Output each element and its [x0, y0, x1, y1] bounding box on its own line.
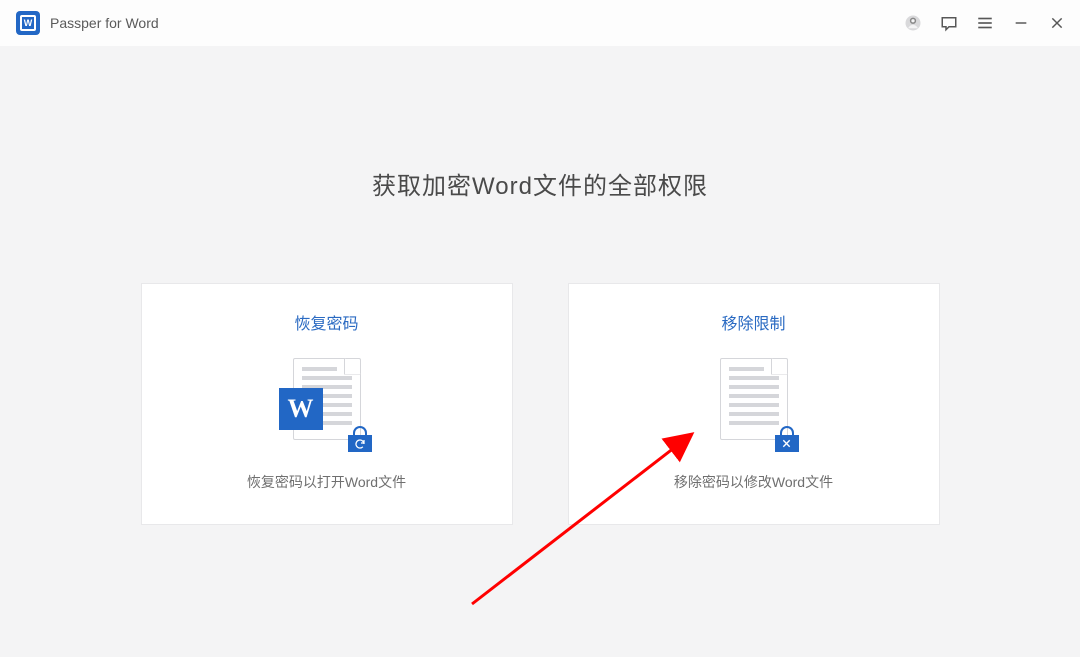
word-badge-icon: W: [279, 388, 323, 430]
app-logo-letter: W: [20, 15, 36, 31]
lock-refresh-icon: [347, 426, 373, 452]
remove-restriction-illustration: [704, 358, 804, 450]
page-title: 获取加密Word文件的全部权限: [0, 166, 1080, 201]
lock-remove-icon: [774, 426, 800, 452]
titlebar-left: W Passper for Word: [16, 11, 159, 35]
titlebar: W Passper for Word: [0, 0, 1080, 46]
close-button[interactable]: [1048, 14, 1066, 32]
card-title: 移除限制: [721, 310, 785, 334]
cards-row: 恢复密码 W 恢复密码以打: [0, 283, 1080, 525]
card-title: 恢复密码: [294, 310, 358, 334]
minimize-button[interactable]: [1012, 14, 1030, 32]
app-logo: W: [16, 11, 40, 35]
main-content: 获取加密Word文件的全部权限 恢复密码 W: [0, 46, 1080, 525]
account-icon[interactable]: [904, 14, 922, 32]
recover-password-illustration: W: [277, 358, 377, 450]
recover-password-card[interactable]: 恢复密码 W 恢复密码以打: [141, 283, 513, 525]
card-desc: 移除密码以修改Word文件: [674, 472, 833, 492]
feedback-icon[interactable]: [940, 14, 958, 32]
menu-icon[interactable]: [976, 14, 994, 32]
card-desc: 恢复密码以打开Word文件: [247, 472, 406, 492]
titlebar-right: [904, 14, 1066, 32]
remove-restriction-card[interactable]: 移除限制 移除密码以修改Word文件: [568, 283, 940, 525]
app-title: Passper for Word: [50, 15, 159, 31]
